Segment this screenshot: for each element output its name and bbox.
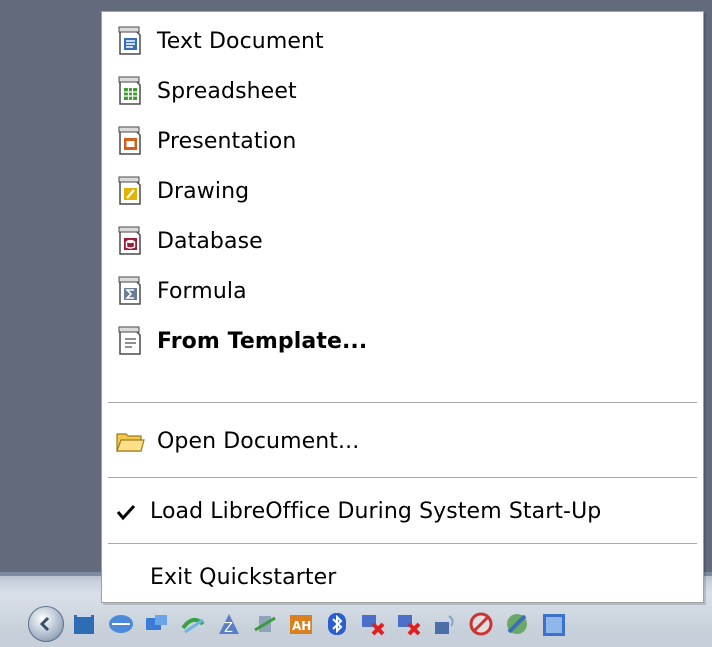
network-disconnected-1-icon[interactable]	[358, 609, 388, 639]
clock-tray-icon[interactable]	[538, 609, 568, 639]
database-icon	[114, 225, 146, 257]
folder-icon	[114, 425, 146, 457]
antivirus-tray-icon[interactable]: AH	[286, 609, 316, 639]
menu-item-spreadsheet[interactable]: Spreadsheet	[102, 66, 703, 116]
zone-alarm-tray-icon[interactable]: Z	[214, 609, 244, 639]
menu-item-label: Text Document	[157, 28, 324, 54]
menu-item-label: Drawing	[157, 178, 250, 204]
drawing-icon	[114, 175, 146, 207]
menu-item-from-template[interactable]: From Template...	[102, 316, 703, 366]
menu-item-label: Formula	[157, 278, 247, 304]
update-tray-icon[interactable]	[502, 609, 532, 639]
menu-item-label: Presentation	[157, 128, 297, 154]
show-hidden-icons-chevron-icon[interactable]	[28, 606, 64, 642]
menu-item-exit-quickstarter[interactable]: Exit Quickstarter	[102, 552, 703, 602]
text-document-icon	[114, 25, 146, 57]
menu-separator	[108, 402, 697, 404]
menu-item-text-document[interactable]: Text Document	[102, 16, 703, 66]
svg-text:AH: AH	[292, 619, 311, 633]
formula-icon	[114, 275, 146, 307]
menu-item-label: Database	[157, 228, 263, 254]
network-tray-icon[interactable]	[106, 609, 136, 639]
menu-item-label: Exit Quickstarter	[150, 564, 337, 590]
menu-separator	[108, 543, 697, 545]
system-tray: Z AH	[28, 604, 568, 644]
menu-item-label: Load LibreOffice During System Start-Up	[150, 498, 602, 524]
libreoffice-tray-icon[interactable]	[70, 609, 100, 639]
quickstarter-context-menu: Text Document Spreadsheet Presentation D…	[101, 11, 704, 603]
presentation-icon	[114, 125, 146, 157]
sync-tray-icon[interactable]	[178, 609, 208, 639]
network-disconnected-2-icon[interactable]	[394, 609, 424, 639]
svg-text:Z: Z	[224, 621, 233, 636]
wireless-tray-icon[interactable]	[430, 609, 460, 639]
bluetooth-tray-icon[interactable]	[322, 609, 352, 639]
menu-item-formula[interactable]: Formula	[102, 266, 703, 316]
menu-item-drawing[interactable]: Drawing	[102, 166, 703, 216]
display-tray-icon[interactable]	[142, 609, 172, 639]
menu-item-open-document[interactable]: Open Document...	[102, 416, 703, 466]
menu-item-label: Open Document...	[157, 428, 360, 454]
menu-item-presentation[interactable]: Presentation	[102, 116, 703, 166]
blocked-tray-icon[interactable]	[466, 609, 496, 639]
safely-remove-tray-icon[interactable]	[250, 609, 280, 639]
menu-item-database[interactable]: Database	[102, 216, 703, 266]
menu-item-label: Spreadsheet	[157, 78, 297, 104]
menu-item-label: From Template...	[157, 328, 368, 354]
spreadsheet-icon	[114, 75, 146, 107]
menu-item-load-during-startup[interactable]: Load LibreOffice During System Start-Up	[102, 486, 703, 536]
menu-separator	[108, 477, 697, 479]
template-icon	[114, 325, 146, 357]
checkmark-icon	[116, 502, 136, 522]
